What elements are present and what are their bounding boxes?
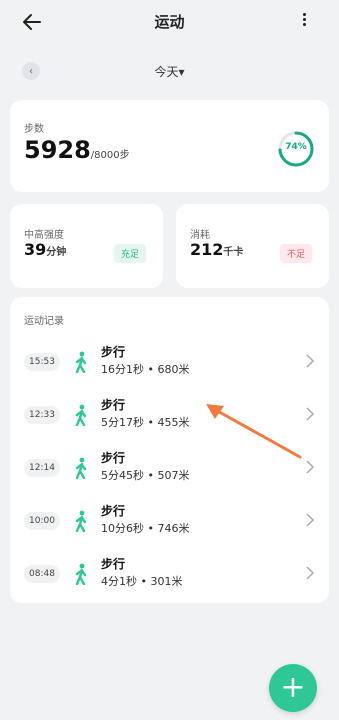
list-item[interactable]: 08:48 步行 4分1秒 • 301米 [10,551,329,603]
more-vertical-icon[interactable] [299,11,309,33]
record-name: 步行 [101,557,126,571]
date-selector: ‹ 今天▾ [0,58,339,86]
chevron-right-icon [306,513,315,527]
calories-value: 212千卡 [190,240,244,259]
walking-person-icon [75,404,87,426]
walking-person-icon [75,457,87,479]
record-name: 步行 [101,451,126,465]
add-button[interactable]: + [269,664,317,712]
intensity-unit: 分钟 [46,247,67,258]
calories-unit: 千卡 [223,247,244,258]
steps-goal: /8000步 [90,150,130,161]
walking-person-icon [75,510,87,532]
list-item[interactable]: 10:00 步行 10分6秒 • 746米 [10,498,329,550]
records-title: 运动记录 [24,316,64,327]
record-time: 15:53 [24,353,60,371]
date-label: 今天 [154,65,179,79]
chevron-right-icon [306,566,315,580]
dropdown-caret-icon: ▾ [178,65,185,79]
intensity-card[interactable]: 中高强度 39分钟 充足 [10,204,163,288]
record-name: 步行 [101,398,126,412]
intensity-value: 39分钟 [24,240,67,259]
plus-icon: + [280,670,306,705]
date-dropdown[interactable]: 今天▾ [0,63,339,80]
walking-person-icon [75,563,87,585]
intensity-label: 中高强度 [24,230,64,241]
chevron-right-icon [306,354,315,368]
status-badge: 充足 [114,244,147,263]
record-detail: 16分1秒 • 680米 [101,363,190,376]
calories-card[interactable]: 消耗 212千卡 不足 [176,204,329,288]
list-item[interactable]: 15:53 步行 16分1秒 • 680米 [10,339,329,391]
steps-percent: 74% [285,142,307,152]
record-detail: 5分17秒 • 455米 [101,416,190,429]
record-time: 10:00 [24,512,60,530]
annotation-arrow [206,404,302,459]
page-title: 运动 [154,13,185,31]
record-name: 步行 [101,345,126,359]
record-detail: 5分45秒 • 507米 [101,469,190,482]
steps-count: 5928/8000步 [24,136,130,164]
top-bar: 运动 [0,0,339,44]
record-name: 步行 [101,504,126,518]
record-detail: 10分6秒 • 746米 [101,522,190,535]
record-time: 12:14 [24,459,60,477]
walking-person-icon [75,351,87,373]
steps-card[interactable]: 步数 5928/8000步 74% [10,100,329,192]
calories-label: 消耗 [190,230,210,241]
steps-label: 步数 [24,124,44,135]
steps-progress-ring: 74% [277,130,315,168]
record-time: 12:33 [24,406,60,424]
status-badge: 不足 [280,244,313,263]
record-detail: 4分1秒 • 301米 [101,575,183,588]
record-time: 08:48 [24,565,60,583]
